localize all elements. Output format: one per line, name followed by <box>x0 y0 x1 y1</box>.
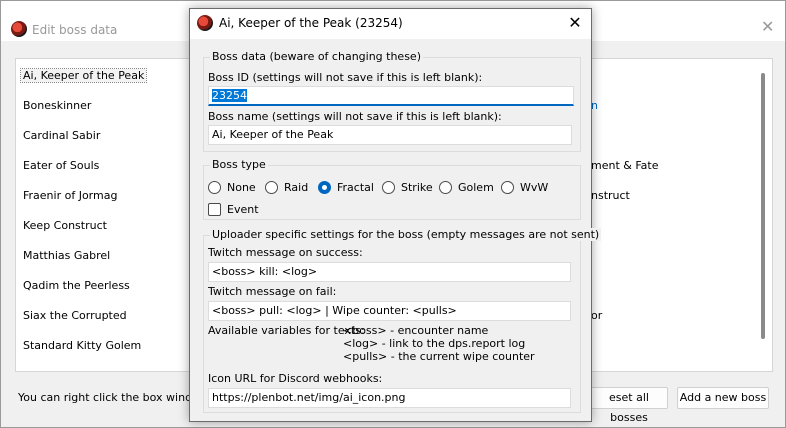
checkbox-box <box>208 203 221 216</box>
boss-id-value: 23254 <box>212 89 247 102</box>
radio-label: Raid <box>284 180 309 194</box>
list-item[interactable]: ment & Fate <box>591 159 658 172</box>
list-item[interactable]: Eater of Souls <box>23 159 99 172</box>
dialog-title: Ai, Keeper of the Peak (23254) <box>219 16 403 30</box>
radio-label: WvW <box>520 180 549 194</box>
radio-fractal[interactable]: Fractal <box>318 180 374 194</box>
fail-message-input[interactable]: <boss> pull: <log> | Wipe counter: <pull… <box>208 301 571 321</box>
radio-wvw[interactable]: WvW <box>501 180 548 194</box>
variable-pulls: <pulls> - the current wipe counter <box>343 350 535 363</box>
list-item[interactable]: Fraenir of Jormag <box>23 189 117 202</box>
list-scrollbar[interactable] <box>761 73 765 339</box>
background-close-icon[interactable]: ✕ <box>761 19 774 35</box>
variables-label: Available variables for texts: <box>208 324 365 337</box>
list-item[interactable]: or <box>591 309 602 322</box>
boss-edit-dialog: Ai, Keeper of the Peak (23254) ✕ Boss da… <box>189 8 602 422</box>
app-icon <box>11 21 27 37</box>
radio-circle <box>501 180 514 194</box>
event-checkbox[interactable]: Event <box>208 203 259 216</box>
success-message-input[interactable]: <boss> kill: <log> <box>208 262 571 282</box>
radio-label: Fractal <box>337 180 374 194</box>
list-item[interactable]: Standard Kitty Golem <box>23 339 141 352</box>
fail-message-label: Twitch message on fail: <box>208 285 337 298</box>
list-item[interactable]: Ai, Keeper of the Peak <box>19 68 148 83</box>
app-icon <box>197 15 213 31</box>
variable-log: <log> - link to the dps.report log <box>343 337 526 350</box>
list-item[interactable]: nstruct <box>591 189 630 202</box>
close-icon[interactable]: ✕ <box>566 14 584 32</box>
radio-circle <box>265 180 278 194</box>
radio-strike[interactable]: Strike <box>382 180 433 194</box>
boss-data-legend: Boss data (beware of changing these) <box>210 50 423 63</box>
boss-id-input[interactable]: 23254 <box>208 86 574 106</box>
success-message-label: Twitch message on success: <box>208 246 363 259</box>
boss-name-label: Boss name (settings will not save if thi… <box>208 110 502 123</box>
radio-label: Golem <box>458 180 494 194</box>
radio-none[interactable]: None <box>208 180 256 194</box>
list-item[interactable]: Cardinal Sabir <box>23 129 100 142</box>
list-item[interactable]: n <box>591 99 598 112</box>
dialog-titlebar: Ai, Keeper of the Peak (23254) ✕ <box>190 9 591 39</box>
add-new-boss-button[interactable]: Add a new boss <box>677 387 769 409</box>
radio-circle <box>439 180 452 194</box>
boss-id-label: Boss ID (settings will not save if this … <box>208 71 483 84</box>
uploader-legend: Uploader specific settings for the boss … <box>210 228 602 241</box>
list-item[interactable]: Qadim the Peerless <box>23 279 130 292</box>
icon-url-input[interactable]: https://plenbot.net/img/ai_icon.png <box>208 388 571 408</box>
list-item[interactable]: Keep Construct <box>23 219 107 232</box>
radio-circle <box>318 180 331 194</box>
list-item[interactable]: Boneskinner <box>23 99 91 112</box>
background-window-title: Edit boss data <box>32 23 118 37</box>
radio-circle <box>208 180 221 194</box>
radio-circle <box>382 180 395 194</box>
reset-all-bosses-button[interactable]: eset all bosses <box>590 387 668 424</box>
radio-label: Strike <box>401 180 433 194</box>
radio-raid[interactable]: Raid <box>265 180 308 194</box>
event-label: Event <box>227 203 259 216</box>
radio-label: None <box>227 180 256 194</box>
boss-type-legend: Boss type <box>210 158 268 171</box>
list-item[interactable]: Siax the Corrupted <box>23 309 127 322</box>
variable-boss: <boss> - encounter name <box>343 324 489 337</box>
list-item[interactable]: Matthias Gabrel <box>23 249 110 262</box>
radio-golem[interactable]: Golem <box>439 180 494 194</box>
icon-url-label: Icon URL for Discord webhooks: <box>208 372 383 385</box>
boss-name-input[interactable]: Ai, Keeper of the Peak <box>208 125 572 145</box>
